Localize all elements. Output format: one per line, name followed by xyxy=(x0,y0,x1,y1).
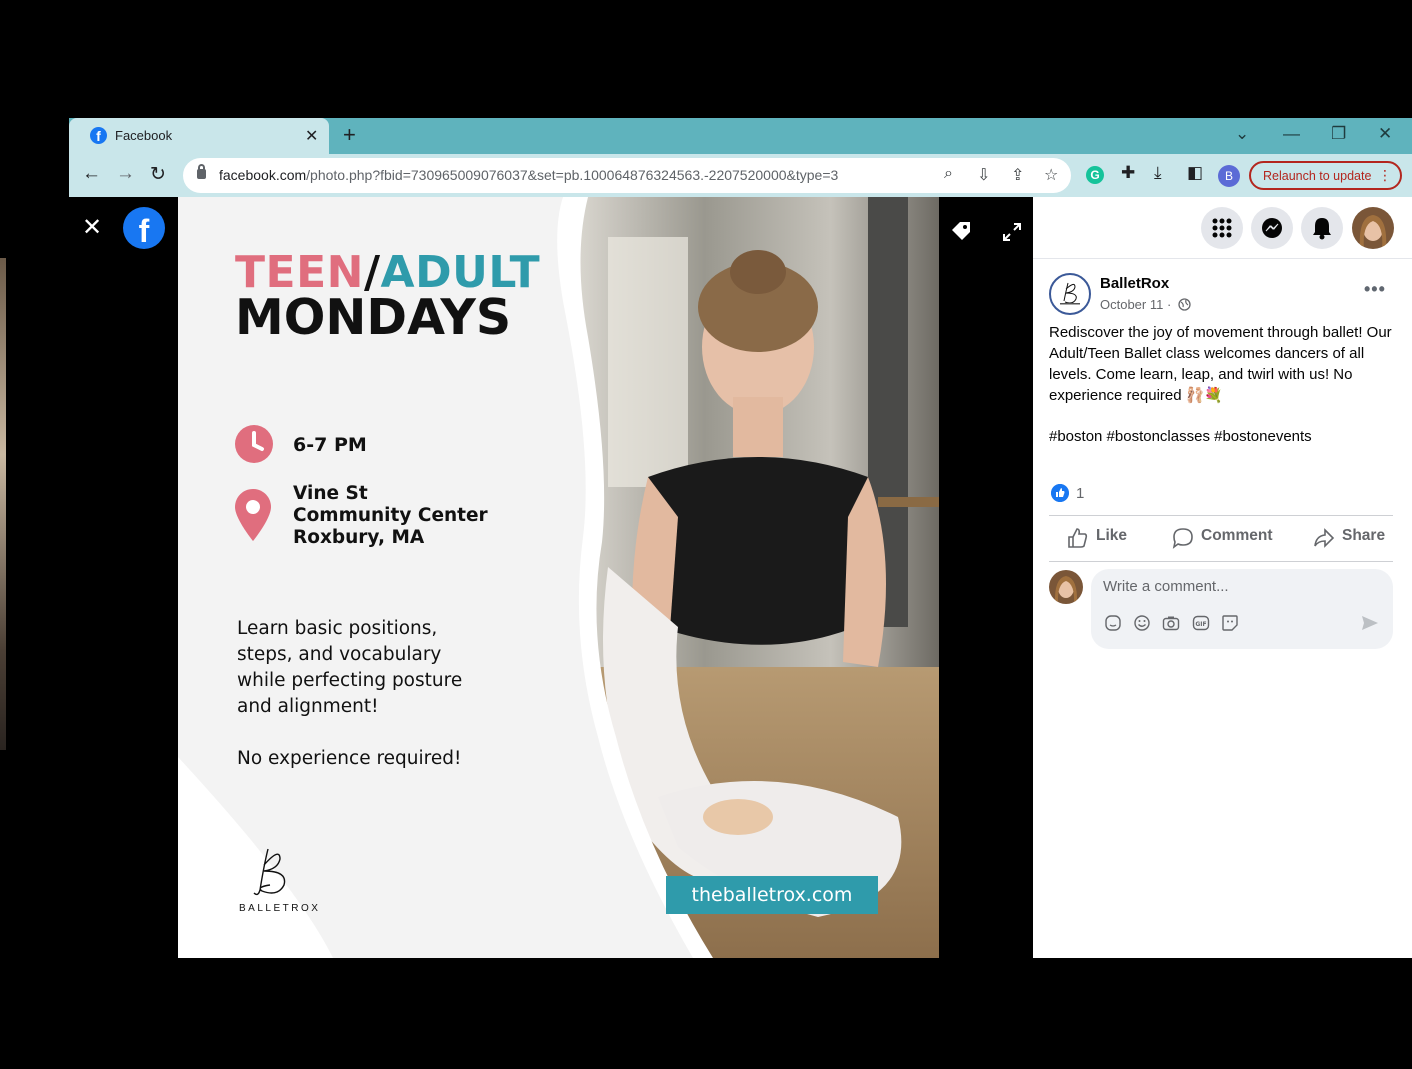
post-hashtags[interactable]: #boston #bostonclasses #bostonevents xyxy=(1049,428,1312,445)
account-avatar[interactable] xyxy=(1352,207,1394,249)
search-icon[interactable]: ⌕ xyxy=(944,165,953,183)
description-line-4: and alignment! xyxy=(237,696,379,717)
public-globe-icon xyxy=(1178,298,1191,311)
relaunch-label: Relaunch to update xyxy=(1263,169,1372,183)
grammarly-extension-icon[interactable]: G xyxy=(1086,166,1104,184)
tab-facebook[interactable]: f Facebook ✕ xyxy=(69,118,329,154)
profile-avatar[interactable]: B xyxy=(1218,165,1240,187)
more-vertical-icon: ⋮ xyxy=(1378,167,1392,183)
like-thumb-icon[interactable] xyxy=(1067,527,1089,549)
like-reaction-icon[interactable] xyxy=(1051,484,1069,502)
extensions-puzzle-icon[interactable]: ✚ xyxy=(1121,163,1135,183)
avatar-sticker-icon[interactable] xyxy=(1104,614,1122,632)
restore-icon[interactable]: ❐ xyxy=(1331,124,1346,144)
tab-strip: f Facebook ✕ + ⌄ — ❐ ✕ xyxy=(69,118,1412,154)
panel-divider xyxy=(1033,258,1412,259)
side-panel-icon[interactable]: ◧ xyxy=(1187,163,1203,183)
close-viewer-icon[interactable]: ✕ xyxy=(82,213,102,242)
bookmark-star-icon[interactable]: ☆ xyxy=(1044,165,1058,185)
tab-search-chevron-icon[interactable]: ⌄ xyxy=(1235,124,1249,144)
facebook-logo-icon[interactable]: f xyxy=(123,207,165,249)
messenger-button[interactable] xyxy=(1251,207,1293,249)
clock-icon xyxy=(235,425,273,463)
location-line-2: Community Center xyxy=(293,505,488,526)
background-photo-edge xyxy=(0,258,6,750)
svg-text:GIF: GIF xyxy=(1195,621,1206,628)
location-pin-icon xyxy=(235,489,271,541)
commenter-avatar-image xyxy=(1049,570,1083,604)
relaunch-to-update-button[interactable]: Relaunch to update ⋮ xyxy=(1249,161,1402,190)
comment-input[interactable] xyxy=(1103,578,1363,595)
location-line-1: Vine St xyxy=(293,483,368,504)
forward-icon[interactable]: → xyxy=(116,163,135,185)
description-line-2: steps, and vocabulary xyxy=(237,644,442,665)
tab-title: Facebook xyxy=(115,128,173,143)
post-date[interactable]: October 11 · xyxy=(1100,297,1171,312)
send-icon[interactable] xyxy=(1360,613,1380,633)
fullscreen-expand-icon[interactable] xyxy=(1003,223,1021,241)
camera-icon[interactable] xyxy=(1162,614,1180,632)
toolbar: ← → ↻ facebook.com/photo.php?fbid=730965… xyxy=(69,154,1412,197)
balletrox-avatar-icon xyxy=(1060,282,1080,305)
menu-grid-button[interactable] xyxy=(1201,207,1243,249)
page-name[interactable]: BalletRox xyxy=(1100,275,1169,292)
no-experience-text: No experience required! xyxy=(237,748,462,769)
browser-window: f Facebook ✕ + ⌄ — ❐ ✕ ← → ↻ facebook.co… xyxy=(69,118,1412,958)
photo-viewer: ✕ f TEEN/ADULT MONDAYS 6-7 PM Vine St Co… xyxy=(69,197,1033,958)
close-window-icon[interactable]: ✕ xyxy=(1378,124,1392,144)
flyer-image: TEEN/ADULT MONDAYS 6-7 PM Vine St Commun… xyxy=(178,197,939,958)
bell-icon xyxy=(1313,218,1331,240)
minimize-icon[interactable]: — xyxy=(1283,124,1300,144)
share-button[interactable]: Share xyxy=(1342,527,1385,545)
post-text: Rediscover the joy of movement through b… xyxy=(1049,324,1392,404)
notifications-button[interactable] xyxy=(1301,207,1343,249)
messenger-icon xyxy=(1262,218,1282,238)
location-line-3: Roxbury, MA xyxy=(293,527,425,548)
post-options-icon[interactable]: ••• xyxy=(1364,279,1386,300)
comment-button[interactable]: Comment xyxy=(1201,527,1272,545)
class-time: 6-7 PM xyxy=(293,434,367,456)
downloads-icon[interactable]: ⤓ xyxy=(1154,163,1162,183)
emoji-icon[interactable] xyxy=(1133,614,1151,632)
share-icon[interactable]: ⇪ xyxy=(1011,165,1024,185)
post-side-panel: BalletRox October 11 · ••• Rediscover th… xyxy=(1033,197,1412,958)
description-line-3: while perfecting posture xyxy=(237,670,463,691)
lock-icon[interactable] xyxy=(197,164,206,179)
tab-close-icon[interactable]: ✕ xyxy=(305,126,318,146)
facebook-favicon-icon: f xyxy=(90,127,107,144)
website-banner: theballetrox.com xyxy=(666,876,878,914)
comment-composer: GIF xyxy=(1091,569,1393,649)
reaction-count[interactable]: 1 xyxy=(1076,485,1084,502)
address-bar[interactable]: facebook.com/photo.php?fbid=730965009076… xyxy=(183,158,1071,193)
description-line-1: Learn basic positions, xyxy=(237,618,438,639)
reload-icon[interactable]: ↻ xyxy=(150,163,166,186)
back-icon[interactable]: ← xyxy=(82,163,101,185)
headline-mondays: MONDAYS xyxy=(235,289,512,346)
url-text[interactable]: facebook.com/photo.php?fbid=730965009076… xyxy=(219,167,838,183)
actions-divider-bottom xyxy=(1049,561,1393,562)
page-avatar[interactable] xyxy=(1049,273,1091,315)
comment-bubble-icon[interactable] xyxy=(1172,527,1194,549)
grid-icon xyxy=(1212,218,1232,238)
sticker-icon[interactable] xyxy=(1221,614,1239,632)
commenter-avatar[interactable] xyxy=(1049,570,1083,604)
new-tab-icon[interactable]: + xyxy=(343,122,356,148)
gif-icon[interactable]: GIF xyxy=(1192,614,1210,632)
balletrox-logo-icon xyxy=(253,848,286,896)
share-arrow-icon[interactable] xyxy=(1313,527,1335,549)
like-button[interactable]: Like xyxy=(1096,527,1127,545)
balletrox-logo-text: BALLETROX xyxy=(239,903,321,914)
account-avatar-image xyxy=(1352,207,1394,249)
actions-divider-top xyxy=(1049,515,1393,516)
tag-icon[interactable] xyxy=(951,221,971,241)
install-app-icon[interactable]: ⇩ xyxy=(977,165,990,185)
